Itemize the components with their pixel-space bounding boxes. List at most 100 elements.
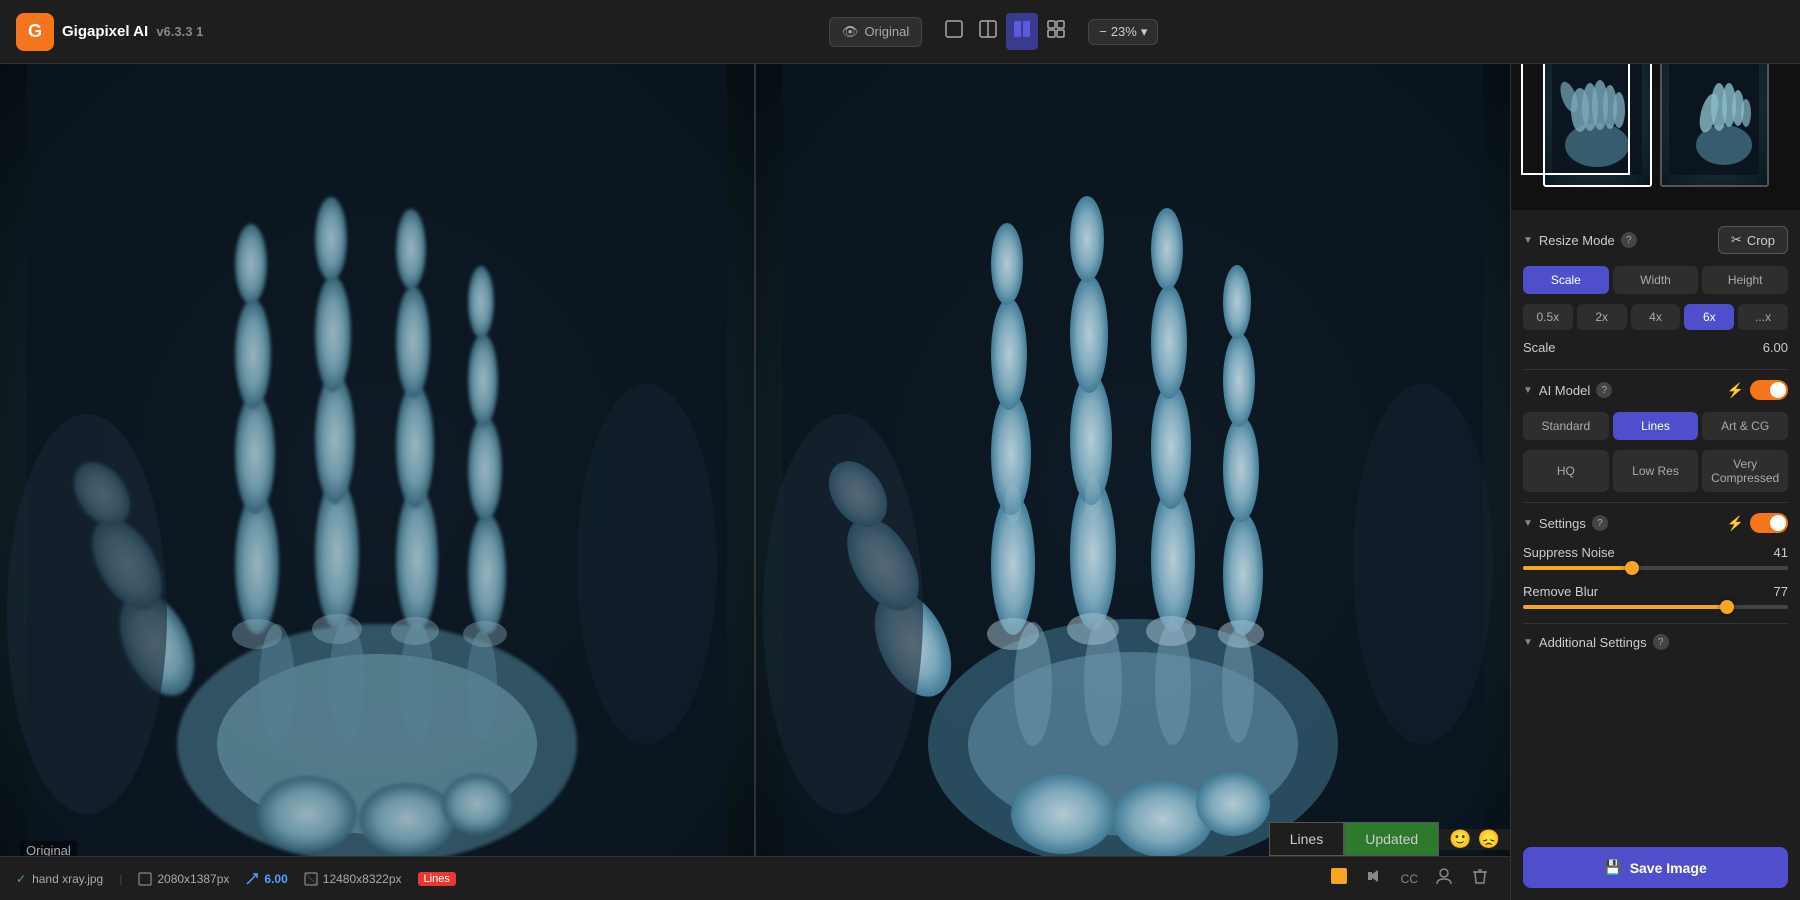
filename-area: ✓ hand xray.jpg [16, 872, 103, 886]
bolt-icon: ⚡ [1727, 382, 1744, 399]
scale-icon [245, 872, 259, 886]
logo-area: G Gigapixel AI v6.3.3 1 [16, 13, 203, 51]
remove-blur-thumb[interactable] [1720, 600, 1734, 614]
zoom-dropdown-icon[interactable]: ▾ [1141, 24, 1148, 40]
thumbs-up-icon[interactable]: 🙂 [1449, 829, 1471, 850]
eye-icon: 👁 [842, 24, 859, 40]
model-item: Lines [418, 872, 456, 886]
image-size-icon [138, 872, 152, 886]
output-size: 12480x8322px [323, 872, 402, 886]
grid-view-button[interactable] [1040, 13, 1072, 50]
settings-chevron-icon: ▼ [1523, 518, 1533, 529]
art-cg-model-button[interactable]: Art & CG [1702, 412, 1788, 440]
ai-model-title: ▼ AI Model ? [1523, 382, 1612, 398]
resize-mode-header: ▼ Resize Mode ? ✂ Crop [1523, 226, 1788, 254]
status-actions: CC [1325, 864, 1494, 893]
scale-presets: 0.5x 2x 4x 6x ...x [1523, 304, 1788, 330]
app-title: Gigapixel AI v6.3.3 1 [62, 23, 203, 40]
processed-xray-svg [756, 64, 1510, 900]
additional-chevron-icon: ▼ [1523, 637, 1533, 648]
original-panel: Original [0, 64, 756, 900]
output-size-icon [304, 872, 318, 886]
status-bar: ✓ hand xray.jpg | 2080x1387px 6.00 12480… [0, 856, 1510, 900]
scale-0.5x[interactable]: 0.5x [1523, 304, 1573, 330]
original-size: 2080x1387px [157, 872, 229, 886]
scale-6x[interactable]: 6x [1684, 304, 1734, 330]
split-view-button[interactable] [972, 13, 1004, 50]
delete-btn[interactable] [1466, 864, 1494, 893]
ai-model-chevron-icon: ▼ [1523, 385, 1533, 396]
canvas-area: Original [0, 64, 1510, 900]
divider-2 [1523, 502, 1788, 503]
thumbs-down-icon[interactable]: 😞 [1478, 829, 1500, 850]
emoji-row: 🙂 😞 [1439, 829, 1510, 850]
logo-icon: G [16, 13, 54, 51]
scale-2x[interactable]: 2x [1577, 304, 1627, 330]
ai-model-toggle[interactable] [1750, 380, 1788, 400]
view-icons-group [938, 13, 1072, 50]
ai-model-help-icon[interactable]: ? [1596, 382, 1612, 398]
remove-blur-value: 77 [1774, 584, 1788, 599]
resize-help-icon[interactable]: ? [1621, 232, 1637, 248]
suppress-noise-value: 41 [1774, 545, 1788, 560]
ai-model-header: ▼ AI Model ? ⚡ [1523, 380, 1788, 400]
settings-help-icon[interactable]: ? [1592, 515, 1608, 531]
resize-mode-title: ▼ Resize Mode ? [1523, 232, 1637, 248]
settings-title: ▼ Settings ? [1523, 515, 1608, 531]
scale-item: 6.00 [245, 872, 287, 886]
crop-button[interactable]: ✂ Crop [1718, 226, 1788, 254]
suppress-noise-fill [1523, 566, 1632, 570]
zoom-control[interactable]: − 23% ▾ [1088, 19, 1158, 45]
remove-blur-row: Remove Blur 77 [1523, 584, 1788, 599]
remove-blur-slider[interactable] [1523, 605, 1788, 609]
width-mode-button[interactable]: Width [1613, 266, 1699, 294]
remove-blur-section: Remove Blur 77 [1523, 584, 1788, 609]
zoom-out-icon[interactable]: − [1099, 24, 1107, 39]
single-view-button[interactable] [938, 13, 970, 50]
original-view-button[interactable]: 👁 Original [829, 17, 922, 47]
cc-btn[interactable]: CC [1397, 870, 1422, 888]
header-center: 👁 Original − 23% ▾ [203, 13, 1784, 50]
suppress-noise-slider[interactable] [1523, 566, 1788, 570]
side-by-side-button[interactable] [1006, 13, 1038, 50]
person-icon-btn[interactable] [1430, 864, 1458, 893]
suppress-noise-track [1523, 566, 1788, 570]
scale-4x[interactable]: 4x [1631, 304, 1681, 330]
canvas-inner: Original [0, 64, 1510, 900]
filename: hand xray.jpg [32, 872, 103, 886]
suppress-noise-thumb[interactable] [1625, 561, 1639, 575]
original-xray-svg [0, 64, 754, 900]
zoom-level: 23% [1111, 24, 1137, 39]
suppress-noise-row: Suppress Noise 41 [1523, 545, 1788, 560]
scale-mode-button[interactable]: Scale [1523, 266, 1609, 294]
mode-overlay: Lines Updated 🙂 😞 [1269, 822, 1510, 856]
additional-help-icon[interactable]: ? [1653, 634, 1669, 650]
color-picker-btn[interactable] [1325, 864, 1353, 893]
height-mode-button[interactable]: Height [1702, 266, 1788, 294]
standard-model-button[interactable]: Standard [1523, 412, 1609, 440]
audio-btn[interactable] [1361, 864, 1389, 893]
settings-header: ▼ Settings ? ⚡ [1523, 513, 1788, 533]
low-res-button[interactable]: Low Res [1613, 450, 1699, 492]
settings-toggle[interactable] [1750, 513, 1788, 533]
scale-custom[interactable]: ...x [1738, 304, 1788, 330]
original-xray-bg: Original [0, 64, 754, 900]
save-image-button[interactable]: 💾 Save Image [1523, 847, 1788, 888]
hq-button[interactable]: HQ [1523, 450, 1609, 492]
very-compressed-button[interactable]: Very Compressed [1702, 450, 1788, 492]
original-size-item: 2080x1387px [138, 872, 229, 886]
crop-icon: ✂ [1731, 232, 1742, 248]
scale-value-row: Scale 6.00 [1523, 340, 1788, 355]
additional-settings-title: ▼ Additional Settings ? [1523, 634, 1669, 650]
scale-value-display: 6.00 [1763, 340, 1788, 355]
right-panel: ▼ Resize Mode ? ✂ Crop Scale Width Heigh… [1510, 0, 1800, 900]
output-size-item: 12480x8322px [304, 872, 402, 886]
remove-blur-track [1523, 605, 1788, 609]
settings-bolt-icon: ⚡ [1727, 515, 1744, 532]
lines-model-button[interactable]: Lines [1613, 412, 1699, 440]
remove-blur-label: Remove Blur [1523, 584, 1598, 599]
ai-model-right: ⚡ [1727, 380, 1788, 400]
scale-value: 6.00 [264, 872, 287, 886]
divider-1 [1523, 369, 1788, 370]
lines-badge[interactable]: Lines [1269, 822, 1344, 856]
